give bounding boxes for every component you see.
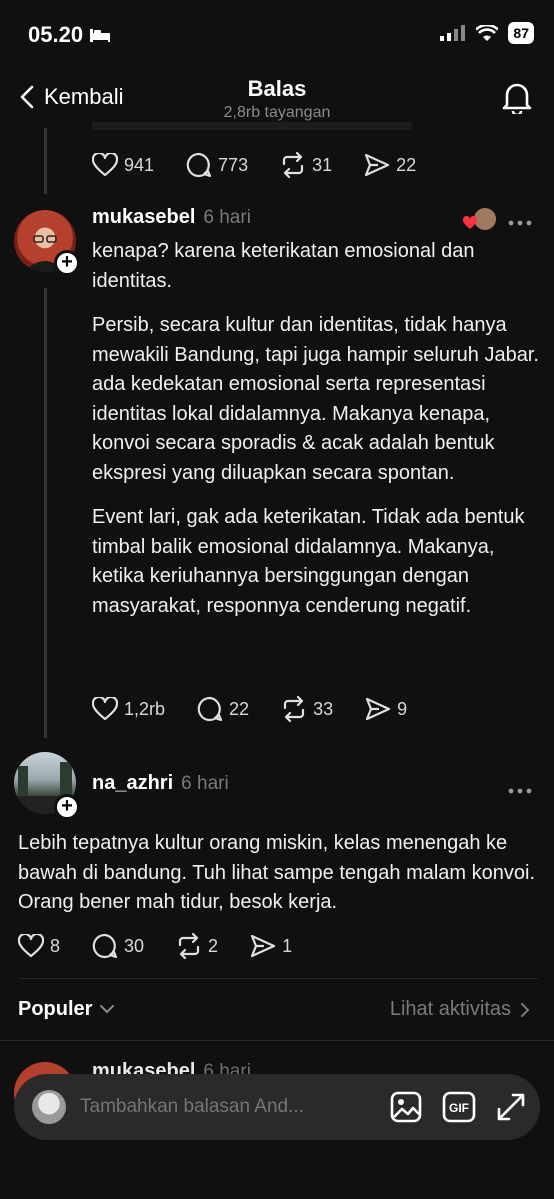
post-header: na_azhri 6 hari xyxy=(92,772,229,795)
reply-button[interactable]: 30 xyxy=(92,933,144,959)
divider xyxy=(18,978,538,979)
svg-text:GIF: GIF xyxy=(449,1101,469,1115)
share-icon xyxy=(365,697,391,721)
reply-button[interactable]: 773 xyxy=(186,152,248,178)
back-button[interactable]: Kembali xyxy=(20,84,123,110)
share-icon xyxy=(365,153,390,177)
heart-icon xyxy=(92,697,118,721)
share-button[interactable]: 1 xyxy=(250,934,292,958)
repost-button[interactable]: 33 xyxy=(281,696,333,722)
follow-button[interactable]: + xyxy=(54,250,80,276)
image-icon[interactable] xyxy=(390,1091,422,1123)
back-label: Kembali xyxy=(44,84,124,109)
notifications-button[interactable] xyxy=(502,80,532,119)
post-body: Lebih tepatnya kultur orang miskin, kela… xyxy=(18,832,536,913)
username[interactable]: na_azhri xyxy=(92,772,173,795)
more-button[interactable] xyxy=(508,774,532,800)
repost-icon xyxy=(178,933,200,959)
prev-post-actions: 941 773 31 22 xyxy=(92,152,448,178)
like-button[interactable]: 8 xyxy=(18,934,60,958)
chevron-left-icon xyxy=(20,85,34,109)
reply-input[interactable] xyxy=(80,1096,390,1118)
post-paragraph: Event lari, gak ada keterikatan. Tidak a… xyxy=(92,506,525,617)
like-button[interactable]: 1,2rb xyxy=(92,697,165,721)
comment-icon xyxy=(92,933,118,959)
post-actions: 1,2rb 22 33 9 xyxy=(92,696,439,722)
status-time: 05.20 xyxy=(28,22,111,48)
prev-post-cutoff xyxy=(92,122,412,130)
more-icon xyxy=(508,220,532,226)
gif-icon[interactable]: GIF xyxy=(442,1091,476,1123)
repost-button[interactable]: 2 xyxy=(176,933,218,959)
battery-badge: 87 xyxy=(508,22,534,44)
post-header: mukasebel 6 hari xyxy=(92,206,251,229)
chevron-right-icon xyxy=(521,1002,530,1017)
more-button[interactable] xyxy=(508,206,532,232)
view-activity-link[interactable]: Lihat aktivitas xyxy=(390,998,530,1021)
share-button[interactable]: 22 xyxy=(364,153,416,177)
post-body: kenapa? karena keterikatan emosional dan… xyxy=(92,237,540,636)
reply-composer: GIF xyxy=(14,1074,540,1140)
heart-icon xyxy=(18,934,44,958)
share-icon xyxy=(250,934,276,958)
comment-icon xyxy=(197,696,223,722)
thread-line xyxy=(44,128,47,194)
share-button[interactable]: 9 xyxy=(365,697,407,721)
post-time: 6 hari xyxy=(181,773,229,794)
sort-dropdown[interactable]: Populer xyxy=(18,998,115,1021)
repost-icon xyxy=(283,696,305,722)
like-button[interactable]: 941 xyxy=(92,153,154,177)
signal-icon xyxy=(440,25,466,41)
username[interactable]: mukasebel xyxy=(92,206,195,229)
liked-by-avatars xyxy=(462,208,496,230)
status-indicators: 87 xyxy=(440,22,534,44)
expand-icon[interactable] xyxy=(496,1092,526,1122)
post-paragraph: kenapa? karena keterikatan emosional dan… xyxy=(92,240,475,292)
reply-button[interactable]: 22 xyxy=(197,696,249,722)
post-actions: 8 30 2 1 xyxy=(18,933,324,959)
wifi-icon xyxy=(476,24,499,41)
bed-icon xyxy=(90,29,111,42)
bell-icon xyxy=(502,83,532,117)
repost-icon xyxy=(282,152,304,178)
repost-button[interactable]: 31 xyxy=(280,152,332,178)
composer-actions: GIF xyxy=(390,1091,526,1123)
user-avatar xyxy=(32,1090,66,1124)
post-paragraph: Persib, secara kultur dan identitas, tid… xyxy=(92,314,539,484)
chevron-down-icon xyxy=(100,1005,115,1014)
comment-icon xyxy=(186,152,212,178)
heart-icon xyxy=(462,216,478,229)
thread-line xyxy=(44,288,47,738)
divider xyxy=(0,1040,554,1041)
more-icon xyxy=(508,788,532,794)
post-time: 6 hari xyxy=(203,207,251,228)
follow-button[interactable]: + xyxy=(54,794,80,820)
heart-icon xyxy=(92,153,118,177)
